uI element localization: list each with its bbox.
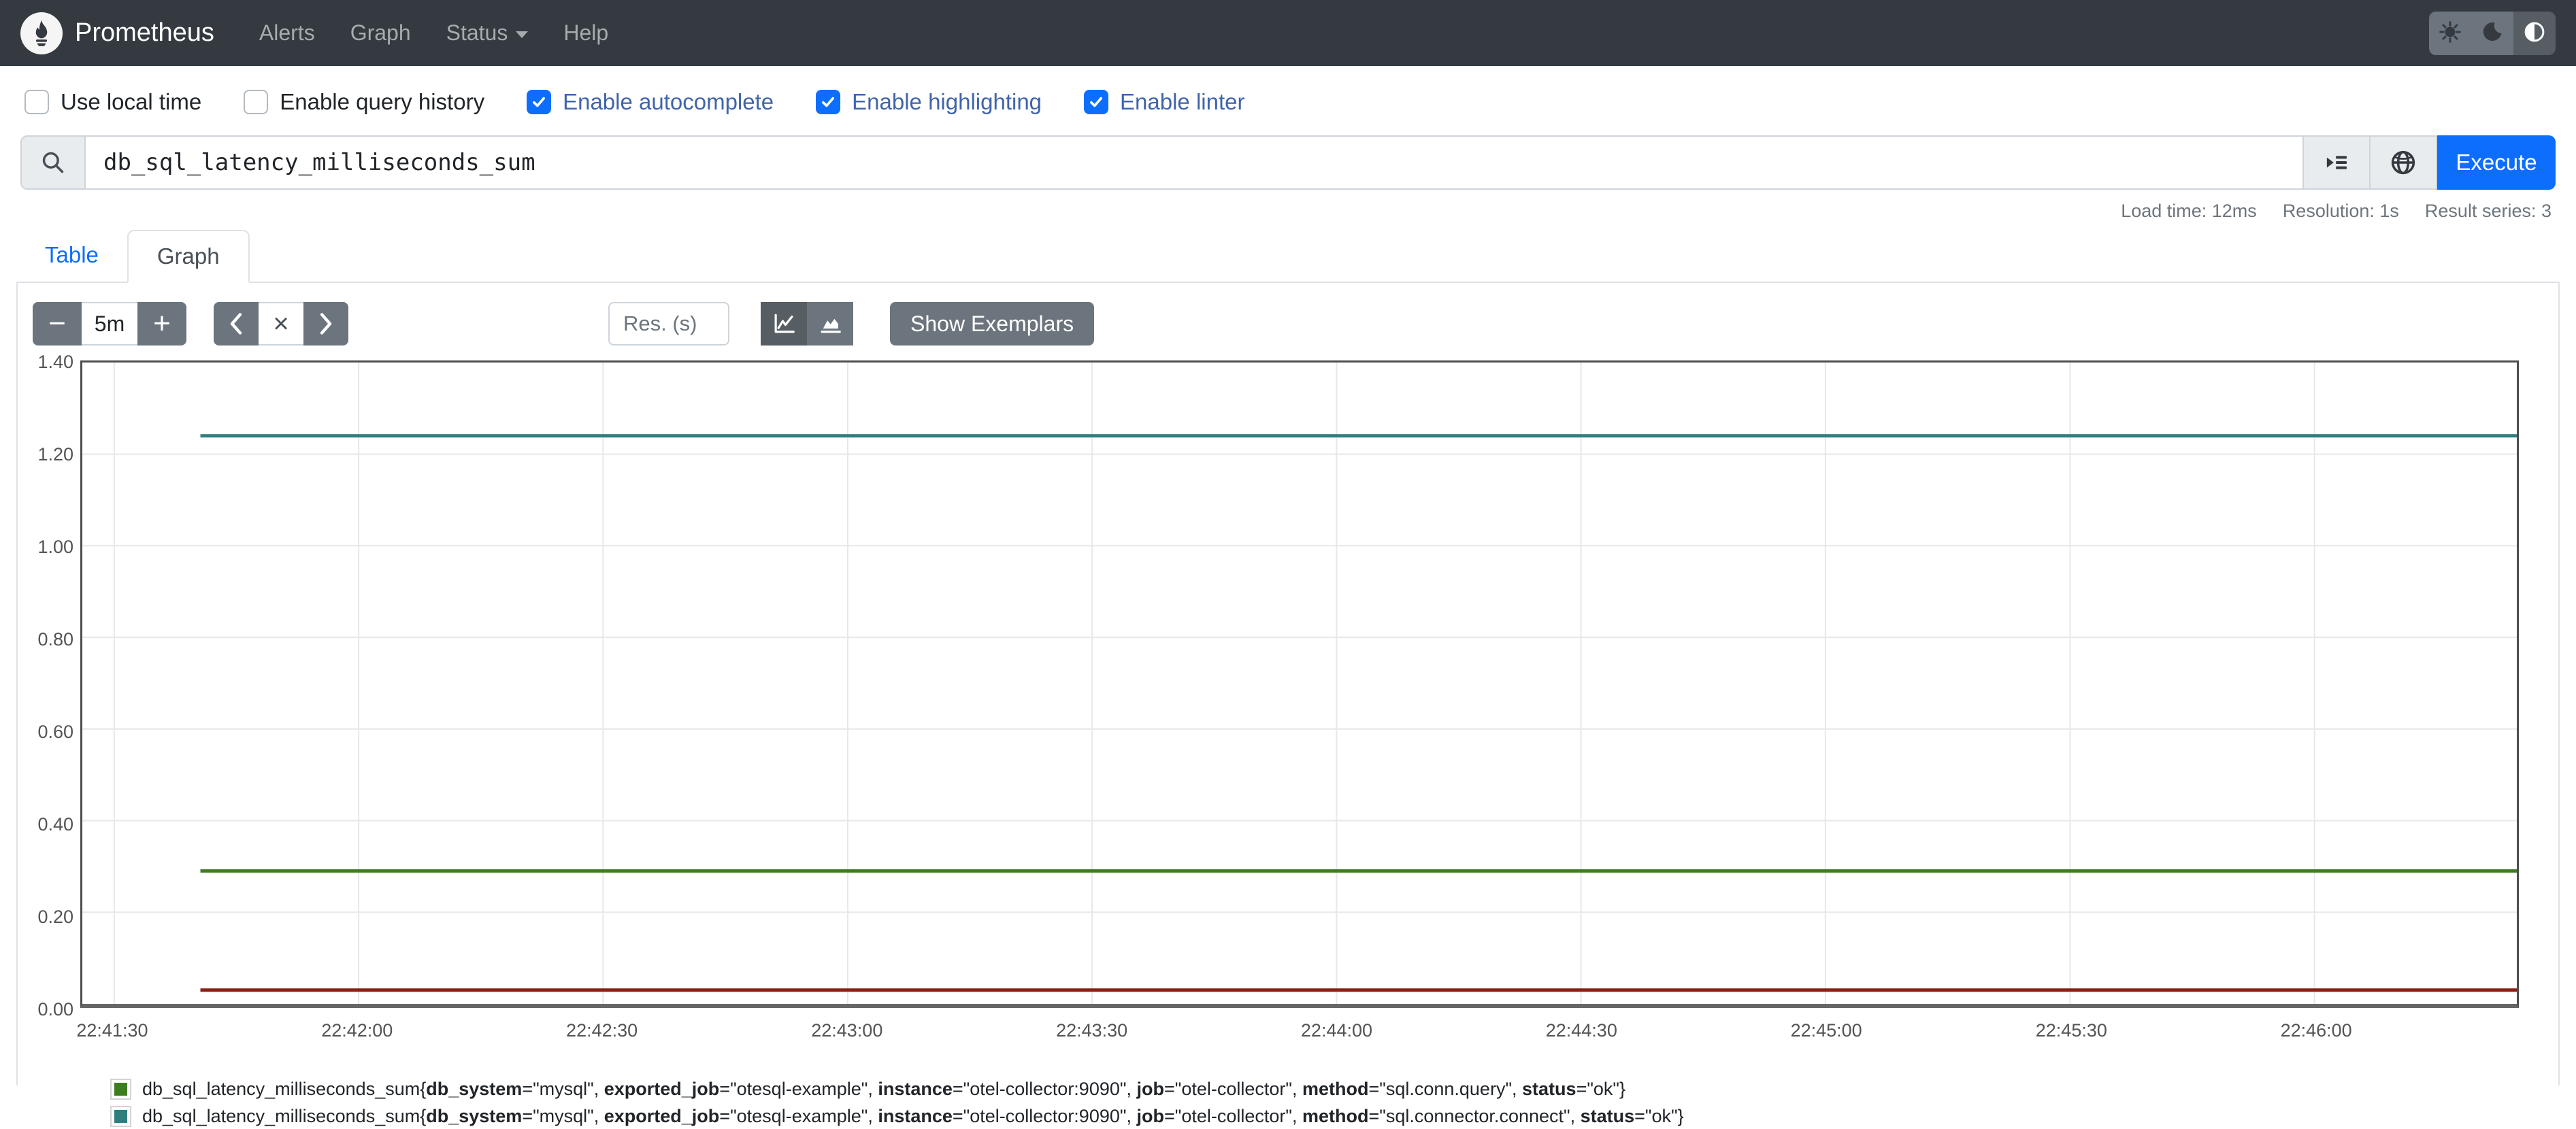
y-tick-label: 0.60: [18, 722, 73, 743]
option-label[interactable]: Enable linter: [1120, 89, 1244, 115]
x-tick-label: 22:41:30: [76, 1020, 148, 1041]
range-increase-button[interactable]: +: [137, 302, 186, 346]
query-bar: Execute: [20, 135, 2556, 190]
chart-legend: db_sql_latency_milliseconds_sum{db_syste…: [110, 1079, 2558, 1129]
x-tick-label: 22:42:30: [566, 1020, 638, 1041]
range-control-group: − +: [33, 302, 186, 346]
y-tick-label: 0.00: [18, 999, 73, 1020]
x-tick-label: 22:43:00: [811, 1020, 882, 1041]
chart-type-toggle: [761, 302, 853, 346]
chart-canvas: [82, 363, 2517, 1004]
legend-item-1[interactable]: db_sql_latency_milliseconds_sum{db_syste…: [110, 1106, 2558, 1127]
x-tick-label: 22:46:00: [2281, 1020, 2352, 1041]
tab-bar: Table Graph: [16, 230, 2560, 283]
check-icon: [820, 94, 836, 110]
x-tick-label: 22:45:30: [2036, 1020, 2107, 1041]
y-tick-label: 1.20: [18, 444, 73, 465]
prometheus-logo-icon: [20, 12, 63, 54]
checkbox-checked[interactable]: [1084, 90, 1108, 114]
checkbox-checked[interactable]: [527, 90, 551, 114]
globe-icon-button[interactable]: [2371, 135, 2437, 190]
prometheus-brand-link[interactable]: Prometheus: [20, 12, 214, 54]
chart-area: 0.000.200.400.600.801.001.201.40 22:41:3…: [18, 360, 2558, 1049]
show-exemplars-button[interactable]: Show Exemplars: [890, 302, 1094, 346]
legend-item-0[interactable]: db_sql_latency_milliseconds_sum{db_syste…: [110, 1079, 2558, 1100]
option-label[interactable]: Use local time: [61, 89, 201, 115]
theme-toggle-group: [2429, 12, 2556, 55]
moon-icon: [2481, 20, 2504, 46]
option-enable-autocomplete[interactable]: Enable autocomplete: [527, 89, 774, 115]
metrics-explorer-button[interactable]: [2304, 135, 2371, 190]
option-enable-linter[interactable]: Enable linter: [1084, 89, 1244, 115]
time-clear-button[interactable]: ×: [259, 302, 303, 346]
query-input[interactable]: [86, 135, 2304, 190]
time-back-button[interactable]: [214, 302, 259, 346]
tab-graph[interactable]: Graph: [127, 230, 250, 283]
graph-panel: − + ×: [16, 283, 2560, 1085]
range-decrease-button[interactable]: −: [33, 302, 82, 346]
nav-item-alerts[interactable]: Alerts: [242, 14, 333, 52]
checkbox-unchecked[interactable]: [244, 90, 268, 114]
option-use-local-time[interactable]: Use local time: [24, 89, 201, 115]
option-enable-query-history[interactable]: Enable query history: [244, 89, 484, 115]
option-label[interactable]: Enable autocomplete: [563, 89, 774, 115]
nav-item-status[interactable]: Status: [429, 14, 546, 52]
tab-table[interactable]: Table: [16, 230, 127, 283]
x-tick-label: 22:45:00: [1791, 1020, 1862, 1041]
resolution: Resolution: 1s: [2283, 201, 2399, 222]
nav-links: AlertsGraphStatusHelp: [242, 14, 626, 52]
load-time: Load time: 12ms: [2121, 201, 2257, 222]
legend-swatch: [110, 1106, 131, 1127]
y-tick-label: 1.00: [18, 537, 73, 558]
query-stats: Load time: 12ms Resolution: 1s Result se…: [0, 201, 2552, 222]
stacked-chart-icon-button[interactable]: [807, 302, 853, 346]
option-label[interactable]: Enable highlighting: [852, 89, 1042, 115]
options-row: Use local time Enable query history Enable…: [24, 89, 2556, 115]
legend-series-label: db_sql_latency_milliseconds_sum{db_syste…: [142, 1106, 1684, 1127]
theme-button-circle-half[interactable]: [2513, 12, 2556, 55]
checkbox-checked[interactable]: [816, 90, 840, 114]
checkbox-unchecked[interactable]: [24, 90, 49, 114]
option-label[interactable]: Enable query history: [280, 89, 484, 115]
theme-button-sun[interactable]: [2429, 12, 2471, 55]
circle-half-icon: [2522, 20, 2547, 46]
option-enable-highlighting[interactable]: Enable highlighting: [816, 89, 1042, 115]
check-icon: [1088, 94, 1104, 110]
nav-item-help[interactable]: Help: [546, 14, 626, 52]
result-series: Result series: 3: [2425, 201, 2552, 222]
graph-controls: − + ×: [33, 302, 2558, 346]
theme-button-moon[interactable]: [2471, 12, 2513, 55]
x-tick-label: 22:42:00: [321, 1020, 393, 1041]
search-icon: [20, 135, 86, 190]
chart-plot[interactable]: [80, 360, 2519, 1008]
x-tick-label: 22:44:30: [1546, 1020, 1617, 1041]
y-tick-label: 0.20: [18, 907, 73, 928]
execute-button[interactable]: Execute: [2437, 135, 2556, 190]
caret-down-icon: [516, 31, 528, 38]
check-icon: [531, 94, 547, 110]
nav-item-graph[interactable]: Graph: [333, 14, 429, 52]
y-tick-label: 0.80: [18, 629, 73, 650]
range-input[interactable]: [82, 302, 137, 346]
brand-title: Prometheus: [75, 18, 214, 48]
x-tick-label: 22:44:00: [1301, 1020, 1372, 1041]
x-tick-label: 22:43:30: [1056, 1020, 1127, 1041]
y-tick-label: 0.40: [18, 814, 73, 835]
legend-series-label: db_sql_latency_milliseconds_sum{db_syste…: [142, 1079, 1625, 1100]
legend-swatch: [110, 1079, 131, 1100]
sun-icon: [2438, 20, 2462, 46]
time-shift-group: ×: [214, 302, 348, 346]
resolution-input[interactable]: [608, 302, 729, 346]
line-chart-icon-button[interactable]: [761, 302, 807, 346]
time-forward-button[interactable]: [303, 302, 348, 346]
navbar: Prometheus AlertsGraphStatusHelp: [0, 0, 2576, 66]
y-tick-label: 1.40: [18, 352, 73, 373]
